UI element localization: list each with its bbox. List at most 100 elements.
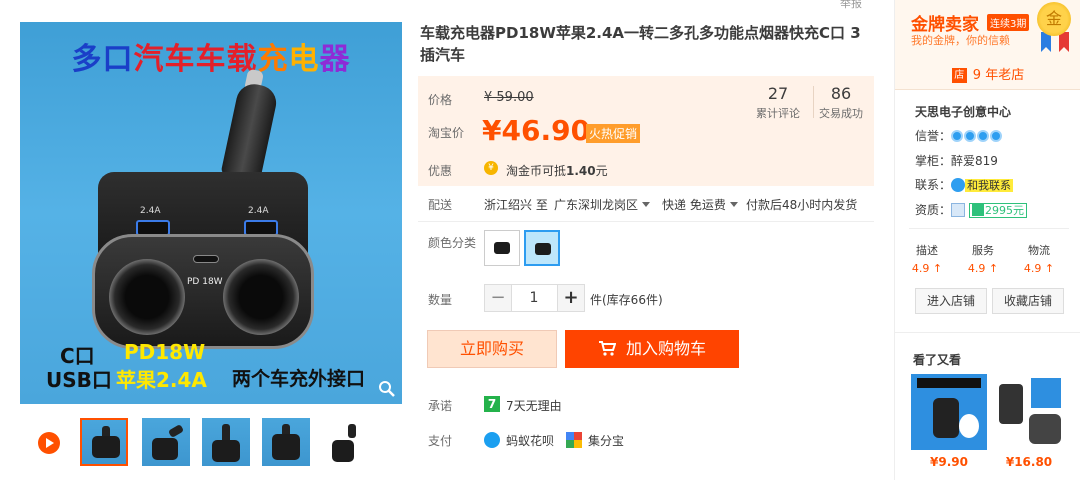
caption-pd: PD18W [124, 340, 206, 364]
pd-label: PD 18W [187, 277, 223, 287]
thumbnail-3[interactable] [202, 418, 250, 466]
rating-service: 服务 4.9 ↑ [967, 244, 999, 275]
shop-age: 店 9 年老店 [895, 64, 1080, 83]
gold-seller-header: 金牌卖家 连续3期 我的金牌，你的信赖 金 店9 年老店 [895, 0, 1080, 90]
pay-jifenbao: 集分宝 [588, 434, 625, 448]
rating-logistics: 物流 4.9 ↑ [1023, 244, 1055, 275]
divider [418, 221, 874, 222]
wangwang-icon[interactable] [951, 178, 966, 192]
quantity-label: 数量 [428, 293, 453, 307]
shop-sidebar: 金牌卖家 连续3期 我的金牌，你的信赖 金 店9 年老店 天思电子创意中心 信誉… [894, 0, 1080, 480]
sales-count: 86 [830, 84, 852, 103]
reviews-count: 27 [767, 84, 789, 103]
current-price: ¥46.90 [482, 114, 591, 147]
seven-day-return-icon: 7 [484, 396, 500, 412]
ship-time: 付款后48小时内发货 [746, 198, 858, 212]
gold-seller-subtitle: 我的金牌，你的信赖 [911, 34, 1010, 47]
also-viewed-title: 看了又看 [913, 353, 962, 367]
caption-ext: 两个车充外接口 [232, 368, 366, 390]
deposit-icon [972, 204, 985, 216]
product-title: 车载充电器PD18W苹果2.4A一转二多孔多功能点烟器快充C口 3插汽车 [420, 24, 861, 64]
quantity-increase-button[interactable]: + [557, 284, 585, 312]
coin-discount: 淘金币可抵1.40元 [506, 164, 608, 178]
zoom-icon[interactable] [378, 380, 396, 398]
also-viewed-price-2: ¥16.80 [1005, 455, 1053, 469]
keeper-row: 掌柜：醉爱819 [915, 154, 998, 168]
report-link[interactable]: 举报 [840, 0, 862, 11]
reviews-label: 累计评论 [756, 107, 800, 120]
gold-medal-icon: 金 [1037, 2, 1071, 36]
shipping-label: 配送 [428, 198, 453, 212]
main-product-image[interactable]: 多口汽车车载充电器 2.4A 2.4A PD 18W C口 USB口 PD18W… [20, 22, 402, 404]
usb-label-left: 2.4A [140, 206, 161, 216]
thumbnail-1[interactable] [80, 418, 128, 466]
promise-text: 7天无理由 [506, 399, 562, 413]
product-detail: 举报 车载充电器PD18W苹果2.4A一转二多孔多功能点烟器快充C口 3插汽车 … [418, 0, 878, 480]
image-title: 多口汽车车载充电器 [71, 42, 351, 77]
divider [909, 228, 1069, 229]
sales-stat: 86 交易成功 [811, 84, 871, 121]
product-page: 多口汽车车载充电器 2.4A 2.4A PD 18W C口 USB口 PD18W… [0, 0, 1080, 480]
also-viewed-price-1: ¥9.90 [930, 455, 968, 469]
promo-badge: 火热促销 [586, 124, 641, 143]
also-viewed-image-2[interactable] [991, 374, 1067, 450]
image-gallery: 多口汽车车载充电器 2.4A 2.4A PD 18W C口 USB口 PD18W… [0, 0, 410, 480]
shop-name[interactable]: 天思电子创意中心 [915, 103, 1011, 120]
contact-button[interactable]: 和我联系 [965, 179, 1014, 192]
qualification-row: 资质： 2995元 [915, 201, 1028, 218]
usb-label-right: 2.4A [248, 206, 269, 216]
add-to-cart-button[interactable]: 加入购物车 [565, 330, 739, 368]
chevron-down-icon [729, 202, 738, 207]
also-viewed-image-1[interactable] [911, 374, 987, 450]
shop-years: 9 年老店 [972, 68, 1025, 83]
deposit-badge: 2995元 [969, 203, 1028, 218]
divider [895, 332, 1080, 333]
contact-row: 联系： 和我联系 [915, 178, 1014, 192]
thumbnail-strip [36, 414, 406, 470]
certificate-icon[interactable] [951, 203, 966, 217]
diamond-icon [977, 130, 990, 142]
caption-usb: USB口 [46, 368, 112, 392]
taobao-price-label: 淘宝价 [428, 126, 465, 140]
pay-huabei: 蚂蚁花呗 [506, 434, 555, 448]
favorite-shop-button[interactable]: 收藏店铺 [992, 288, 1064, 314]
thumbnail-2[interactable] [142, 418, 190, 466]
medal-ribbon-right [1059, 32, 1069, 52]
credit-row: 信誉： [915, 127, 1003, 144]
color-label: 颜色分类 [428, 236, 477, 250]
huabei-icon [484, 432, 500, 448]
chevron-down-icon [642, 202, 651, 207]
keeper-name[interactable]: 醉爱819 [951, 154, 998, 168]
cart-icon [598, 341, 616, 356]
ship-to-select[interactable]: 广东深圳龙岗区 [554, 196, 651, 213]
video-play-icon[interactable] [38, 432, 60, 454]
rating-description: 描述 4.9 ↑ [911, 244, 943, 275]
socket-right [223, 259, 299, 335]
color-option-1[interactable] [484, 230, 520, 266]
charger-plug [220, 80, 280, 183]
thumbnail-5[interactable] [322, 418, 370, 466]
quantity-decrease-button[interactable]: − [484, 284, 512, 312]
enter-shop-button[interactable]: 进入店铺 [915, 288, 987, 314]
original-price: ¥ 59.00 [484, 90, 534, 105]
payment-label: 支付 [428, 434, 453, 448]
price-label: 价格 [428, 93, 453, 107]
taojinbi-icon: ¥ [484, 161, 498, 175]
add-to-cart-label: 加入购物车 [625, 339, 706, 358]
stock-text: 件(库存66件) [590, 293, 663, 307]
shop-icon: 店 [951, 68, 967, 83]
quantity-input[interactable]: 1 [511, 284, 557, 312]
buy-now-button[interactable]: 立即购买 [427, 330, 557, 368]
ship-method-select[interactable]: 快递 免运费 [662, 196, 738, 213]
color-option-2[interactable] [524, 230, 560, 266]
typec-port [193, 255, 219, 263]
diamond-icon [990, 130, 1003, 142]
sales-label: 交易成功 [819, 107, 863, 120]
promise-label: 承诺 [428, 399, 453, 413]
thumbnail-4[interactable] [262, 418, 310, 466]
diamond-icon [964, 130, 977, 142]
ship-from: 浙江绍兴 至 [484, 198, 548, 212]
reviews-stat[interactable]: 27 累计评论 [748, 84, 808, 121]
socket-left [109, 259, 185, 335]
streak-badge: 连续3期 [987, 14, 1030, 31]
